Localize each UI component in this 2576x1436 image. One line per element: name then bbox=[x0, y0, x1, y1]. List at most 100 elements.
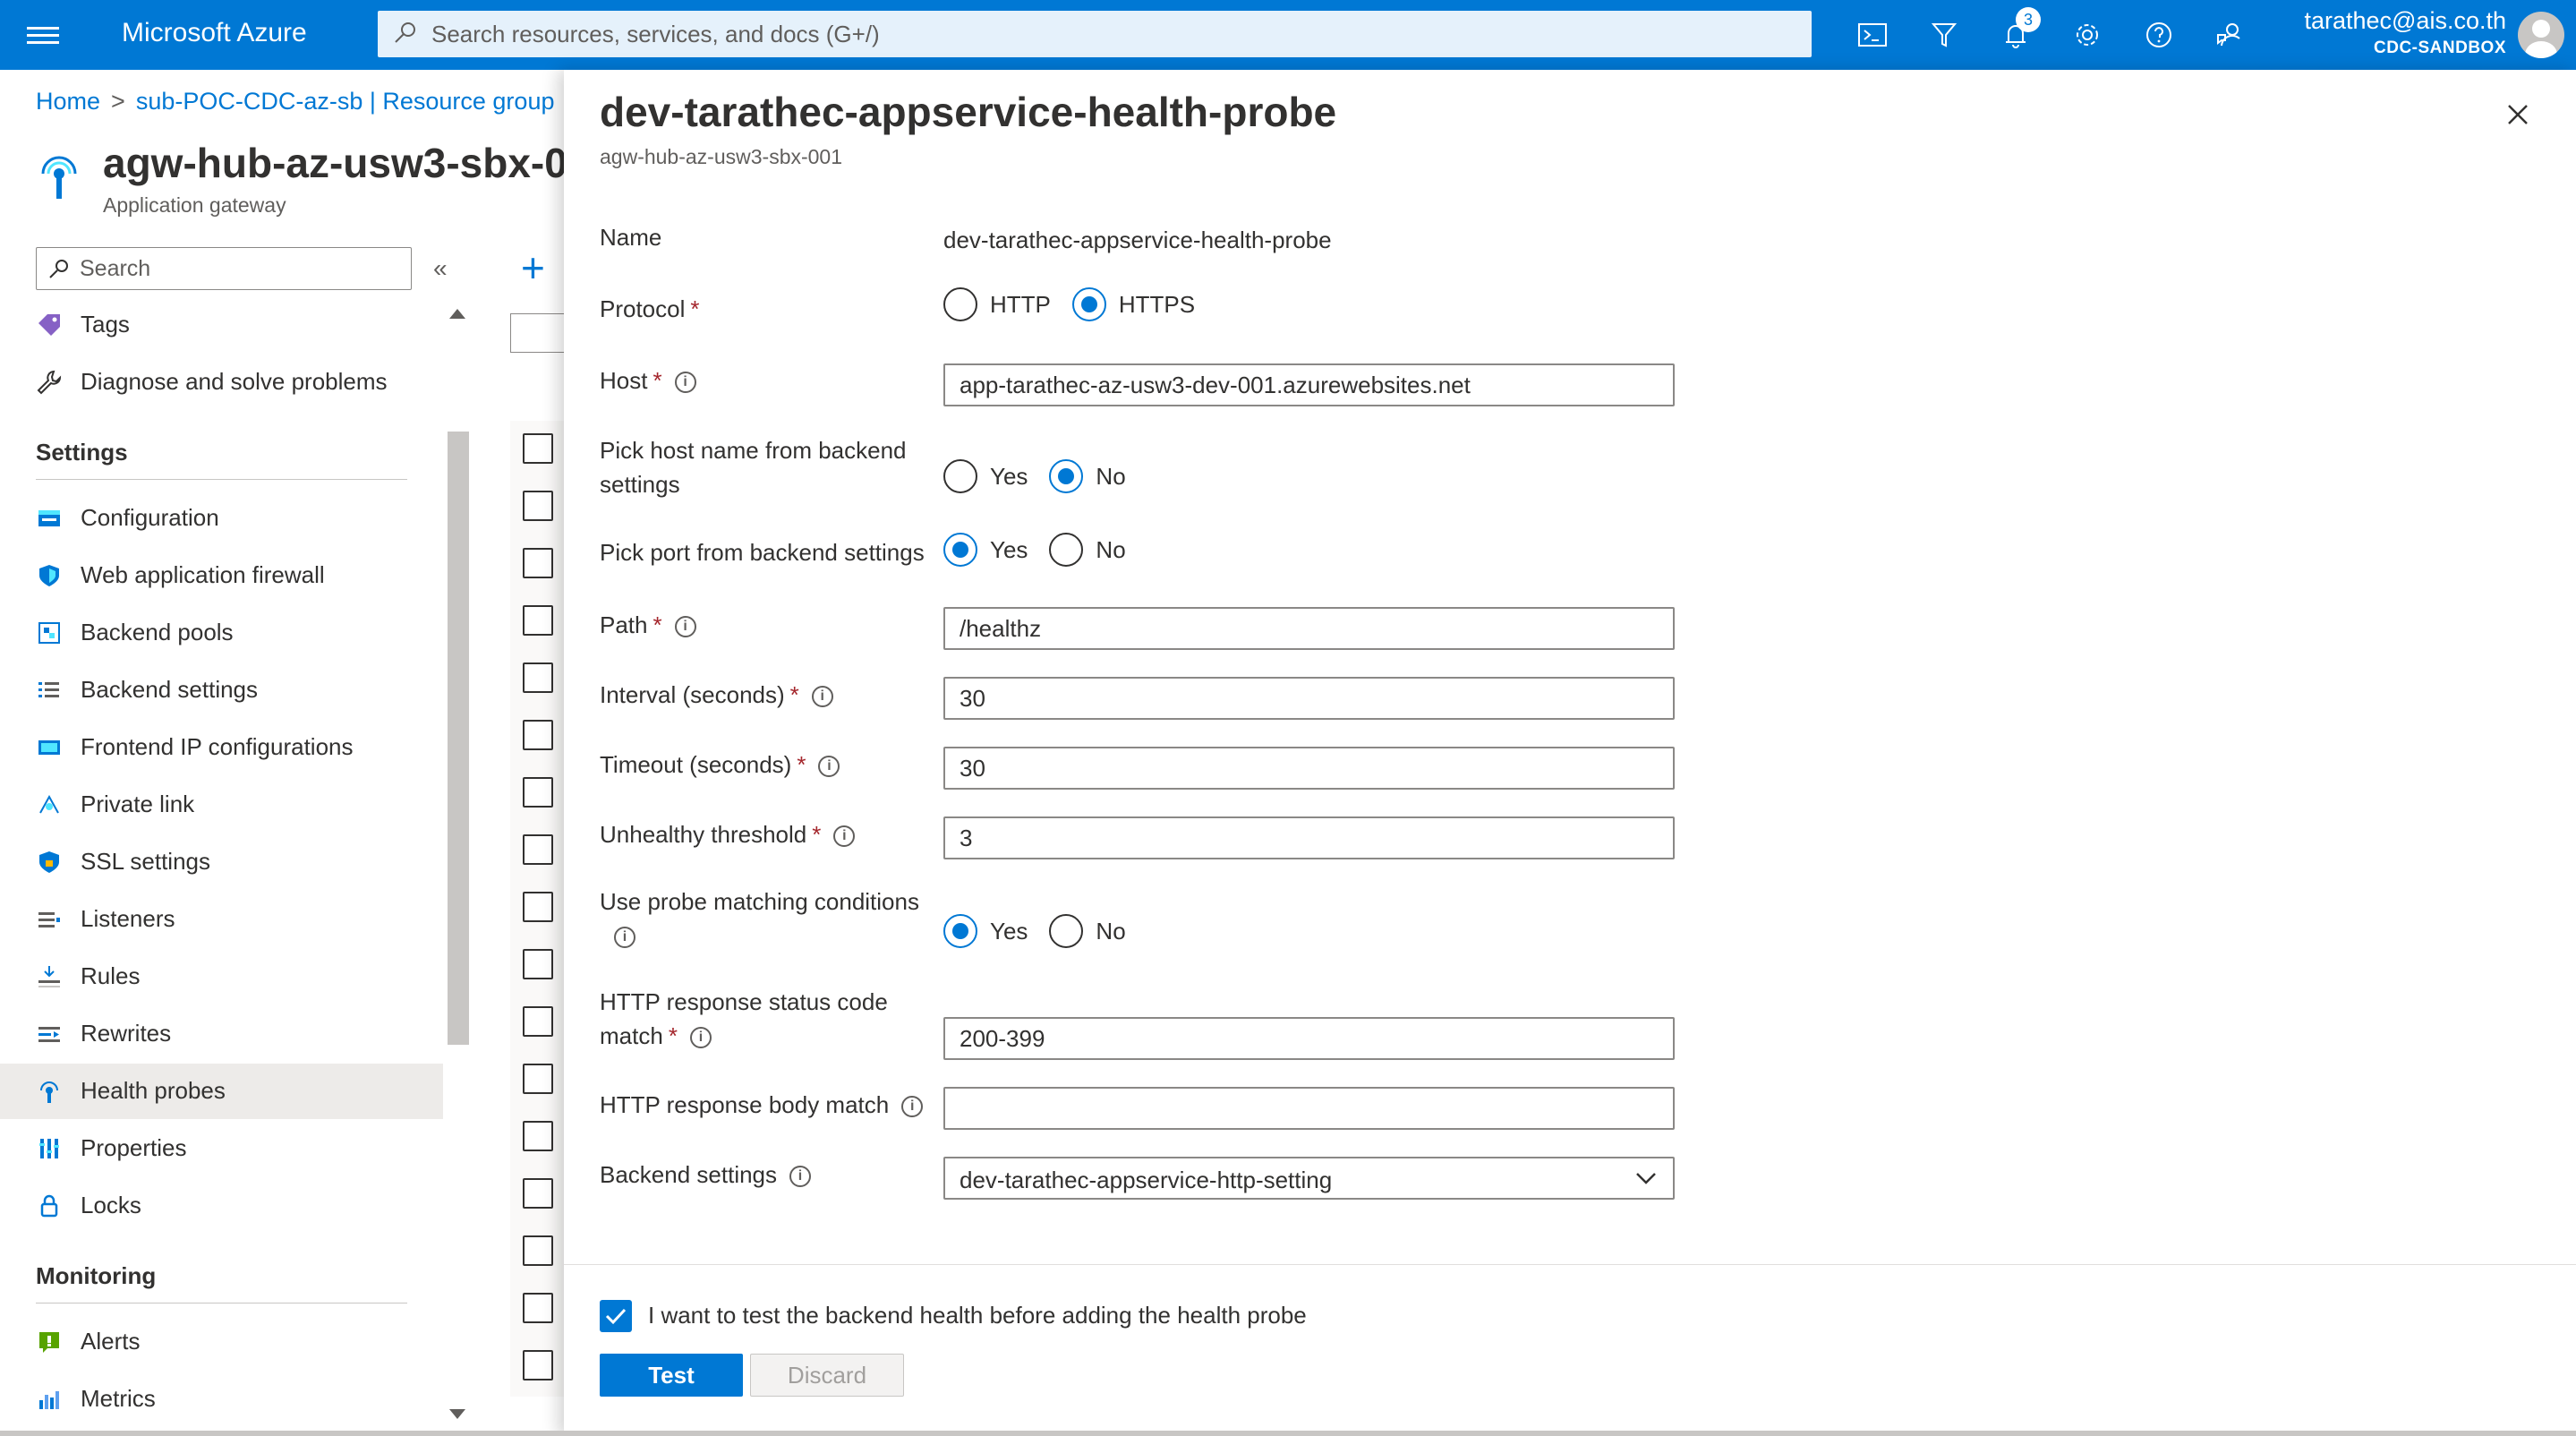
breadcrumb-home[interactable]: Home bbox=[36, 88, 100, 115]
avatar[interactable] bbox=[2518, 12, 2564, 58]
test-button[interactable]: Test bbox=[600, 1354, 743, 1397]
host-input[interactable] bbox=[945, 365, 1673, 405]
row-checkbox[interactable] bbox=[523, 720, 553, 750]
global-search[interactable] bbox=[378, 11, 1812, 57]
info-icon[interactable]: i bbox=[833, 825, 856, 848]
discard-button[interactable]: Discard bbox=[750, 1354, 904, 1397]
host-label: Host * i bbox=[600, 363, 931, 397]
scroll-up-icon[interactable] bbox=[449, 309, 465, 319]
collapse-menu-button[interactable]: « bbox=[433, 254, 448, 283]
breadcrumb-resource-group[interactable]: sub-POC-CDC-az-sb | Resource group bbox=[136, 88, 555, 115]
status-code-input[interactable] bbox=[945, 1019, 1673, 1058]
nav-item-metrics[interactable]: Metrics bbox=[0, 1372, 443, 1427]
checkmark-icon bbox=[605, 1308, 627, 1325]
unhealthy-threshold-input[interactable] bbox=[945, 818, 1673, 858]
info-icon[interactable]: i bbox=[789, 1166, 812, 1188]
help-icon[interactable] bbox=[2141, 17, 2177, 53]
info-icon[interactable]: i bbox=[689, 1027, 712, 1049]
nav-item-ssl-settings[interactable]: SSL settings bbox=[0, 834, 443, 890]
menu-search[interactable] bbox=[36, 247, 412, 290]
nav-item-label: Health probes bbox=[81, 1077, 226, 1104]
path-field[interactable] bbox=[943, 607, 1675, 650]
row-checkbox[interactable] bbox=[523, 1350, 553, 1380]
nav-item-backend-settings[interactable]: Backend settings bbox=[0, 662, 443, 718]
nav-item-properties[interactable]: Properties bbox=[0, 1121, 443, 1176]
probe-matching-no-radio[interactable]: No bbox=[1049, 914, 1126, 948]
row-checkbox[interactable] bbox=[523, 548, 553, 578]
row-checkbox[interactable] bbox=[523, 605, 553, 636]
nav-item-waf[interactable]: Web application firewall bbox=[0, 548, 443, 603]
global-search-input[interactable] bbox=[431, 11, 1774, 57]
notification-badge: 3 bbox=[2016, 7, 2041, 32]
nav-item-diagnose[interactable]: Diagnose and solve problems bbox=[0, 355, 443, 410]
probe-matching-yes-radio[interactable]: Yes bbox=[943, 914, 1028, 948]
nav-item-alerts[interactable]: Alerts bbox=[0, 1314, 443, 1370]
cloud-shell-icon[interactable] bbox=[1855, 17, 1890, 53]
row-checkbox[interactable] bbox=[523, 662, 553, 693]
nav-item-label: Locks bbox=[81, 1192, 141, 1218]
hamburger-menu-icon[interactable] bbox=[27, 22, 59, 47]
info-icon[interactable]: i bbox=[674, 616, 696, 638]
settings-icon[interactable] bbox=[2069, 17, 2105, 53]
body-match-input[interactable] bbox=[945, 1089, 1673, 1128]
nav-item-rewrites[interactable]: Rewrites bbox=[0, 1006, 443, 1062]
row-checkbox[interactable] bbox=[523, 949, 553, 979]
row-checkbox[interactable] bbox=[523, 1064, 553, 1094]
info-icon[interactable]: i bbox=[674, 372, 696, 394]
nav-item-health-probes[interactable]: Health probes bbox=[0, 1064, 443, 1119]
protocol-https-radio[interactable]: HTTPS bbox=[1071, 287, 1195, 321]
probe-matching-label: Use probe matching conditions i bbox=[600, 885, 931, 953]
row-checkbox[interactable] bbox=[523, 777, 553, 808]
directory-filter-icon[interactable] bbox=[1926, 17, 1962, 53]
nav-item-rules[interactable]: Rules bbox=[0, 949, 443, 1004]
body-match-field[interactable] bbox=[943, 1087, 1675, 1130]
row-checkbox[interactable] bbox=[523, 491, 553, 521]
nav-item-private-link[interactable]: Private link bbox=[0, 777, 443, 833]
backend-settings-dropdown[interactable]: dev-tarathec-appservice-http-setting bbox=[943, 1157, 1675, 1200]
nav-item-backend-pools[interactable]: Backend pools bbox=[0, 605, 443, 661]
close-icon[interactable] bbox=[2500, 97, 2536, 132]
interval-field[interactable] bbox=[943, 677, 1675, 720]
row-checkbox[interactable] bbox=[523, 1178, 553, 1209]
row-checkbox[interactable] bbox=[523, 892, 553, 922]
nav-item-frontend-ip[interactable]: Frontend IP configurations bbox=[0, 720, 443, 775]
nav-item-listeners[interactable]: Listeners bbox=[0, 892, 443, 947]
row-checkbox[interactable] bbox=[523, 433, 553, 464]
nav-item-locks[interactable]: Locks bbox=[0, 1178, 443, 1234]
row-checkbox[interactable] bbox=[523, 834, 553, 865]
ssl-shield-icon bbox=[39, 851, 59, 873]
row-checkbox[interactable] bbox=[523, 1235, 553, 1266]
pick-host-yes-radio[interactable]: Yes bbox=[943, 459, 1028, 493]
host-field[interactable] bbox=[943, 363, 1675, 406]
interval-input[interactable] bbox=[945, 679, 1673, 718]
pick-port-yes-radio[interactable]: Yes bbox=[943, 533, 1028, 567]
pick-host-no-radio[interactable]: No bbox=[1049, 459, 1126, 493]
test-health-checkbox-label[interactable]: I want to test the backend health before… bbox=[648, 1302, 1307, 1329]
protocol-http-radio[interactable]: HTTP bbox=[943, 287, 1051, 321]
nav-item-tags[interactable]: Tags bbox=[0, 297, 443, 353]
scroll-down-icon[interactable] bbox=[449, 1409, 465, 1419]
row-checkbox[interactable] bbox=[523, 1121, 553, 1151]
row-checkbox[interactable] bbox=[523, 1293, 553, 1323]
timeout-input[interactable] bbox=[945, 748, 1673, 788]
info-icon[interactable]: i bbox=[811, 686, 833, 708]
info-icon[interactable]: i bbox=[818, 756, 840, 778]
status-code-field[interactable] bbox=[943, 1017, 1675, 1060]
path-input[interactable] bbox=[945, 609, 1673, 648]
row-checkbox[interactable] bbox=[523, 1006, 553, 1037]
lock-icon bbox=[40, 1194, 58, 1218]
info-icon[interactable]: i bbox=[614, 927, 635, 949]
timeout-field[interactable] bbox=[943, 747, 1675, 790]
menu-search-input[interactable] bbox=[80, 248, 402, 289]
nav-item-configuration[interactable]: Configuration bbox=[0, 491, 443, 546]
unhealthy-threshold-field[interactable] bbox=[943, 816, 1675, 859]
feedback-icon[interactable] bbox=[2213, 17, 2248, 53]
info-icon[interactable]: i bbox=[901, 1096, 924, 1118]
test-health-checkbox[interactable] bbox=[600, 1300, 632, 1332]
filter-input[interactable] bbox=[510, 313, 564, 353]
pick-port-no-radio[interactable]: No bbox=[1049, 533, 1126, 567]
brand-title[interactable]: Microsoft Azure bbox=[122, 18, 307, 48]
add-icon[interactable]: + bbox=[521, 247, 545, 288]
user-account[interactable]: tarathec@ais.co.th CDC-SANDBOX bbox=[2304, 7, 2506, 58]
menu-scrollbar-thumb[interactable] bbox=[448, 432, 469, 1045]
